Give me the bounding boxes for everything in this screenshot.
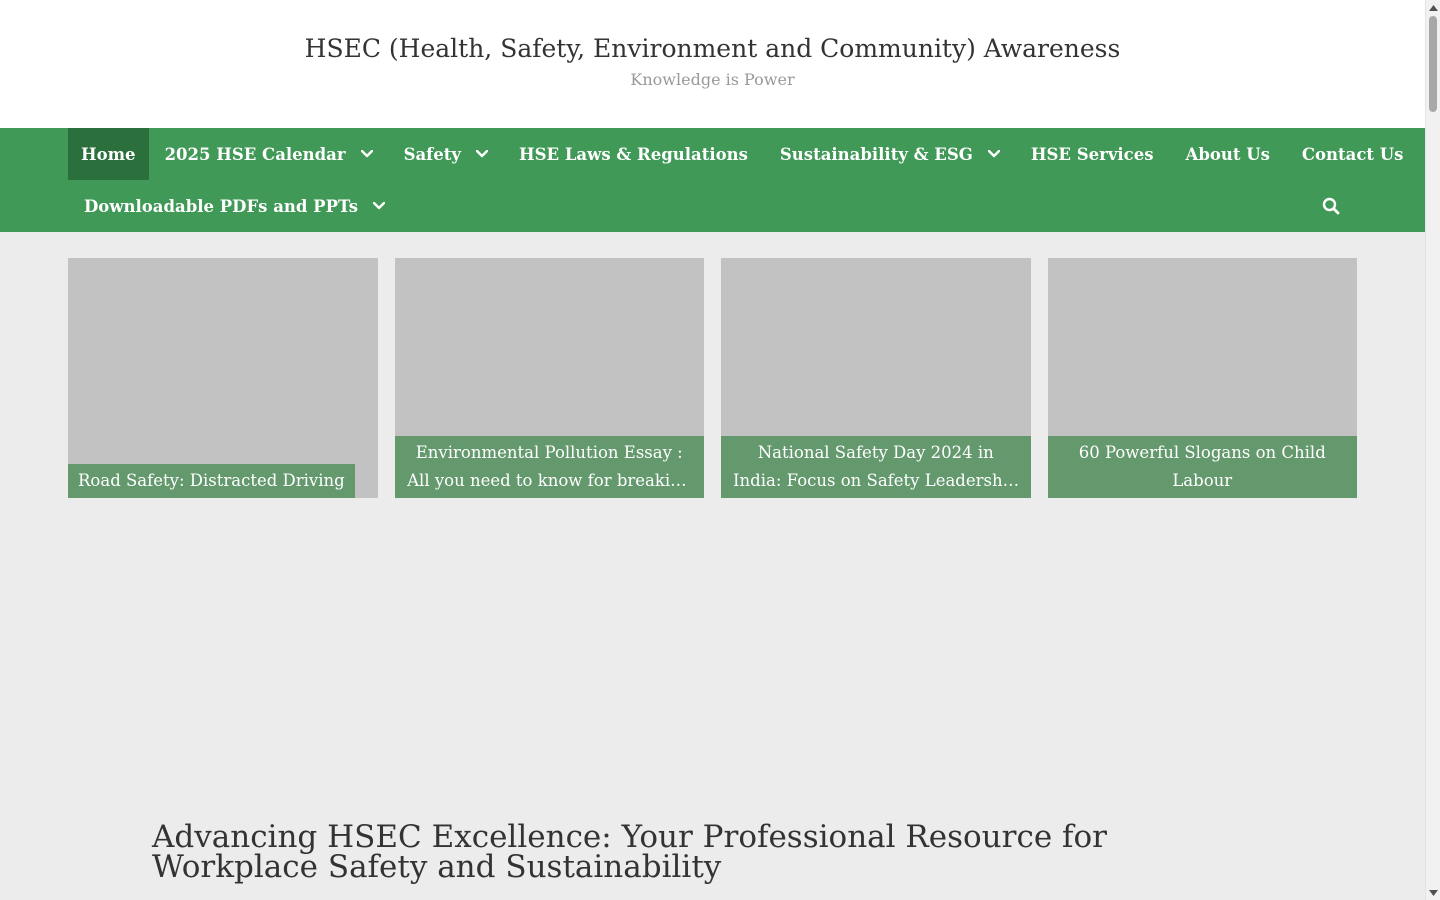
- featured-posts: Road Safety: Distracted Driving Environm…: [0, 232, 1425, 498]
- nav-row-1: Home 2025 HSE Calendar Safety HSE Laws &…: [68, 128, 1403, 180]
- featured-card-title[interactable]: Road Safety: Distracted Driving: [68, 464, 355, 498]
- featured-grid: Road Safety: Distracted Driving Environm…: [68, 258, 1357, 498]
- nav-item-label: HSE Laws & Regulations: [519, 144, 748, 164]
- site-tagline: Knowledge is Power: [630, 70, 795, 89]
- nav-item-label: Home: [81, 144, 136, 164]
- nav-item-label: About Us: [1185, 144, 1270, 164]
- scroll-down-icon[interactable]: [1426, 885, 1440, 900]
- page-heading: Advancing HSEC Excellence: Your Professi…: [152, 819, 1107, 885]
- nav-item-hse-calendar[interactable]: 2025 HSE Calendar: [149, 128, 388, 180]
- nav-item-label: Sustainability & ESG: [779, 144, 973, 164]
- featured-card-title[interactable]: National Safety Day 2024 in India: Focus…: [721, 436, 1031, 498]
- page: HSEC (Health, Safety, Environment and Co…: [0, 0, 1425, 900]
- featured-card[interactable]: 60 Powerful Slogans on Child Labour: [1047, 258, 1357, 498]
- nav-item-contact-us[interactable]: Contact Us: [1286, 128, 1420, 180]
- nav-item-label: Safety: [403, 144, 461, 164]
- search-icon[interactable]: [1317, 192, 1345, 220]
- main-content: Advancing HSEC Excellence: Your Professi…: [152, 819, 1262, 885]
- chevron-down-icon[interactable]: [360, 147, 374, 161]
- nav-item-label: Contact Us: [1301, 144, 1404, 164]
- nav-item-hse-laws[interactable]: HSE Laws & Regulations: [503, 128, 764, 180]
- featured-card-title[interactable]: Environmental Pollution Essay : All you …: [394, 436, 704, 498]
- nav-item-sustainability[interactable]: Sustainability & ESG: [764, 128, 1015, 180]
- featured-card[interactable]: Road Safety: Distracted Driving: [68, 258, 378, 498]
- chevron-down-icon[interactable]: [987, 147, 1001, 161]
- scrollbar-thumb[interactable]: [1429, 16, 1437, 112]
- nav-item-downloads[interactable]: Downloadable PDFs and PPTs: [68, 180, 400, 232]
- nav-item-about-us[interactable]: About Us: [1170, 128, 1286, 180]
- nav-item-label: Downloadable PDFs and PPTs: [84, 196, 359, 216]
- nav-item-label: 2025 HSE Calendar: [164, 144, 346, 164]
- featured-card[interactable]: National Safety Day 2024 in India: Focus…: [721, 258, 1031, 498]
- nav-row-2: Downloadable PDFs and PPTs: [68, 180, 1357, 232]
- nav-item-home[interactable]: Home: [68, 128, 149, 180]
- chevron-down-icon[interactable]: [372, 199, 386, 213]
- nav-item-hse-services[interactable]: HSE Services: [1015, 128, 1170, 180]
- vertical-scrollbar[interactable]: [1425, 0, 1440, 900]
- featured-card[interactable]: Environmental Pollution Essay : All you …: [394, 258, 704, 498]
- scroll-up-icon[interactable]: [1426, 0, 1440, 15]
- site-title[interactable]: HSEC (Health, Safety, Environment and Co…: [0, 31, 1425, 67]
- featured-card-title[interactable]: 60 Powerful Slogans on Child Labour: [1047, 436, 1357, 498]
- chevron-down-icon[interactable]: [475, 147, 489, 161]
- main-navigation: Home 2025 HSE Calendar Safety HSE Laws &…: [0, 128, 1425, 232]
- nav-item-safety[interactable]: Safety: [388, 128, 503, 180]
- nav-item-label: HSE Services: [1030, 144, 1154, 164]
- site-header: HSEC (Health, Safety, Environment and Co…: [0, 0, 1425, 128]
